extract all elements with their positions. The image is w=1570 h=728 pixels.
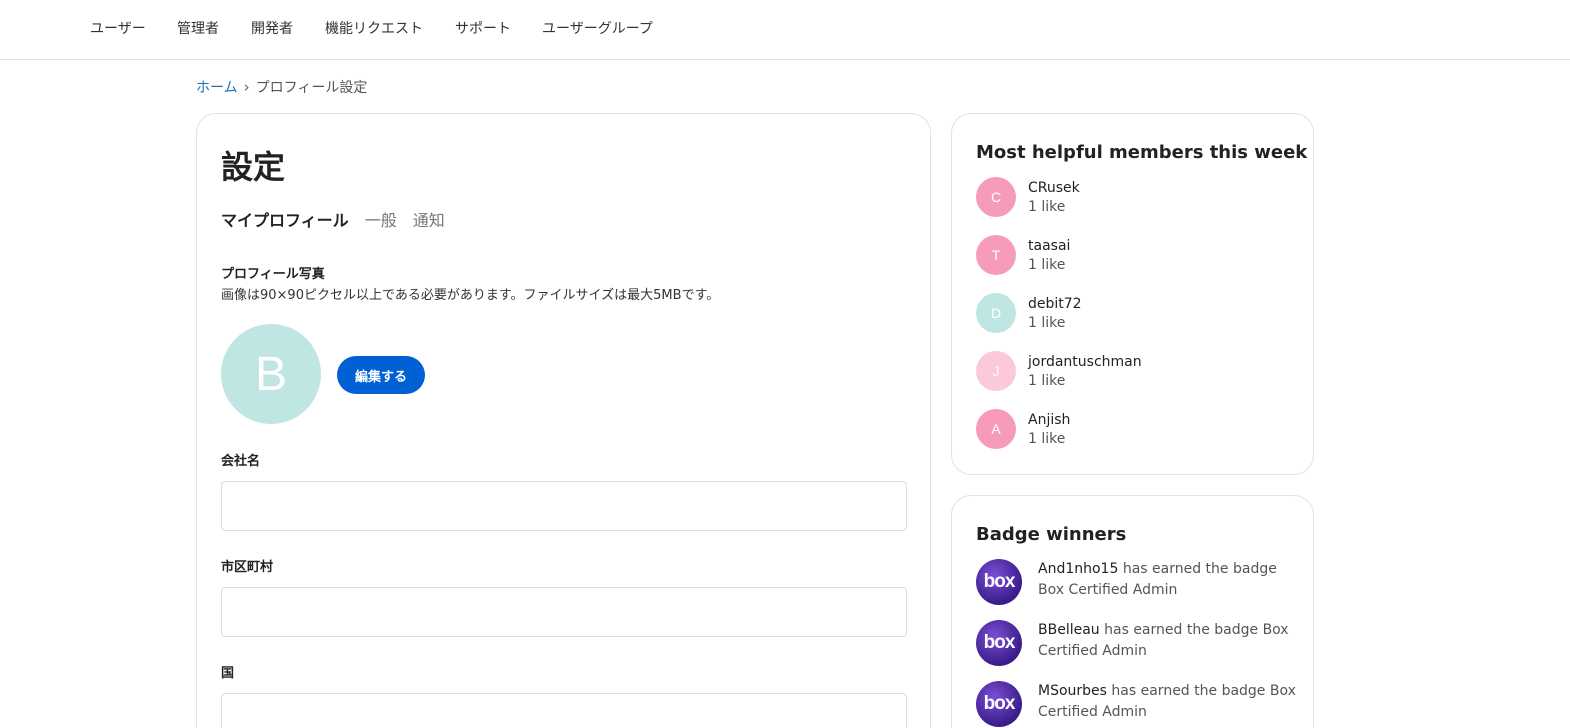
member-likes: 1 like	[1028, 256, 1066, 273]
breadcrumb: ホーム › プロフィール設定	[196, 77, 367, 97]
nav-item-support[interactable]: サポート	[455, 18, 511, 38]
badge-winners-card: Badge winners box And1nho15 has earned t…	[951, 495, 1314, 728]
settings-card: 設定 マイプロフィール 一般 通知 プロフィール写真 画像は90×90ピクセル以…	[196, 113, 931, 728]
member-likes: 1 like	[1028, 372, 1066, 389]
nav-item-users[interactable]: ユーザー	[90, 18, 146, 38]
nav-item-developers[interactable]: 開発者	[251, 18, 293, 38]
member-avatar[interactable]: D	[976, 293, 1016, 333]
city-field[interactable]	[221, 587, 907, 637]
breadcrumb-home-link[interactable]: ホーム	[196, 77, 238, 97]
helpful-members-card: Most helpful members this week C CRusek …	[951, 113, 1314, 475]
helpful-members-title: Most helpful members this week	[976, 142, 1308, 163]
list-item: J jordantuschman 1 like	[976, 351, 1142, 391]
chevron-right-icon: ›	[243, 78, 250, 96]
list-item: T taasai 1 like	[976, 235, 1070, 275]
member-avatar[interactable]: T	[976, 235, 1016, 275]
member-likes: 1 like	[1028, 198, 1066, 215]
list-item: A Anjish 1 like	[976, 409, 1070, 449]
badge-winners-title: Badge winners	[976, 524, 1127, 545]
member-likes: 1 like	[1028, 314, 1066, 331]
list-item: box MSourbes has earned the badge Box Ce…	[976, 681, 1296, 727]
box-badge-icon: box	[976, 620, 1022, 666]
member-avatar[interactable]: J	[976, 351, 1016, 391]
country-field[interactable]	[221, 693, 907, 728]
list-item: box BBelleau has earned the badge Box Ce…	[976, 620, 1296, 666]
member-name[interactable]: Anjish	[1028, 412, 1070, 428]
nav-item-user-groups[interactable]: ユーザーグループ	[542, 18, 653, 38]
page-title: 設定	[221, 148, 286, 186]
member-name[interactable]: taasai	[1028, 238, 1070, 254]
member-avatar[interactable]: C	[976, 177, 1016, 217]
profile-photo-label: プロフィール写真	[221, 267, 325, 282]
member-name[interactable]: CRusek	[1028, 180, 1080, 196]
city-label: 市区町村	[221, 560, 274, 575]
edit-photo-button[interactable]: 編集する	[337, 356, 425, 394]
tab-notifications[interactable]: 通知	[413, 207, 445, 231]
breadcrumb-current: プロフィール設定	[255, 80, 368, 96]
profile-photo-help-text: 画像は90×90ピクセル以上である必要があります。ファイルサイズは最大5MBです…	[221, 288, 720, 303]
box-badge-icon: box	[976, 559, 1022, 605]
list-item: D debit72 1 like	[976, 293, 1082, 333]
tab-my-profile[interactable]: マイプロフィール	[221, 207, 349, 231]
list-item: box And1nho15 has earned the badge Box C…	[976, 559, 1296, 605]
top-navigation: ユーザー 管理者 開発者 機能リクエスト サポート ユーザーグループ	[0, 0, 1570, 60]
member-likes: 1 like	[1028, 430, 1066, 447]
member-name[interactable]: debit72	[1028, 296, 1082, 312]
badge-user-link[interactable]: MSourbes	[1038, 683, 1107, 699]
nav-item-admins[interactable]: 管理者	[177, 18, 219, 38]
company-name-label: 会社名	[221, 454, 261, 469]
box-badge-icon: box	[976, 681, 1022, 727]
tab-general[interactable]: 一般	[365, 207, 397, 231]
company-name-field[interactable]	[221, 481, 907, 531]
nav-item-feature-requests[interactable]: 機能リクエスト	[325, 18, 423, 38]
badge-user-link[interactable]: And1nho15	[1038, 561, 1118, 577]
settings-tabs: マイプロフィール 一般 通知	[221, 207, 445, 231]
country-label: 国	[221, 666, 235, 681]
member-avatar[interactable]: A	[976, 409, 1016, 449]
list-item: C CRusek 1 like	[976, 177, 1080, 217]
badge-user-link[interactable]: BBelleau	[1038, 622, 1100, 638]
member-name[interactable]: jordantuschman	[1028, 354, 1142, 370]
avatar: B	[221, 324, 321, 424]
